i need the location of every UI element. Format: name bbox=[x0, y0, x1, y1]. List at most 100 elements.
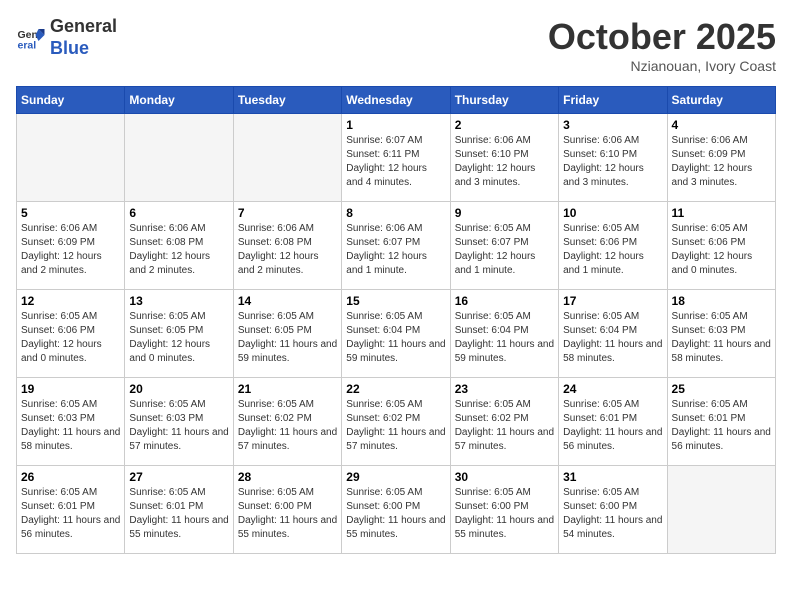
calendar-day-cell: 14Sunrise: 6:05 AMSunset: 6:05 PMDayligh… bbox=[233, 290, 341, 378]
svg-text:eral: eral bbox=[18, 39, 37, 51]
calendar-day-cell: 8Sunrise: 6:06 AMSunset: 6:07 PMDaylight… bbox=[342, 202, 450, 290]
logo-text: General Blue bbox=[50, 16, 117, 59]
day-number: 11 bbox=[672, 206, 771, 220]
calendar-day-cell: 21 Sunrise: 6:05 AMSunset: 6:02 PMDayligh… bbox=[233, 378, 341, 466]
calendar-day-cell: 12Sunrise: 6:05 AMSunset: 6:06 PMDayligh… bbox=[17, 290, 125, 378]
calendar-day-cell: 20Sunrise: 6:05 AMSunset: 6:03 PMDayligh… bbox=[125, 378, 233, 466]
day-number: 2 bbox=[455, 118, 554, 132]
calendar-day-cell: 19 Sunrise: 6:05 AMSunset: 6:03 PMDayligh… bbox=[17, 378, 125, 466]
page-header: Gen eral General Blue October 2025 Nzian… bbox=[16, 16, 776, 74]
calendar-day-cell: 5 Sunrise: 6:06 AMSunset: 6:09 PMDaylight… bbox=[17, 202, 125, 290]
calendar-day-cell: 4 Sunrise: 6:06 AMSunset: 6:09 PMDaylight… bbox=[667, 114, 775, 202]
calendar-day-cell: 13 Sunrise: 6:05 AMSunset: 6:05 PMDayligh… bbox=[125, 290, 233, 378]
day-number: 4 bbox=[672, 118, 771, 132]
calendar-day-cell bbox=[17, 114, 125, 202]
day-info: Sunrise: 6:05 AMSunset: 6:06 PMDaylight:… bbox=[563, 222, 662, 278]
calendar-day-cell: 10 Sunrise: 6:05 AMSunset: 6:06 PMDayligh… bbox=[559, 202, 667, 290]
logo-line1: General bbox=[50, 16, 117, 38]
day-number: 3 bbox=[563, 118, 662, 132]
weekday-header: Monday bbox=[125, 87, 233, 114]
day-info: Sunrise: 6:05 AMSunset: 6:05 PMDaylight:… bbox=[238, 310, 337, 366]
day-number: 13 bbox=[129, 294, 228, 308]
day-info: Sunrise: 6:05 AMSunset: 6:02 PMDaylight:… bbox=[346, 398, 445, 454]
day-number: 9 bbox=[455, 206, 554, 220]
weekday-header: Wednesday bbox=[342, 87, 450, 114]
day-info: Sunrise: 6:05 AMSunset: 6:05 PMDaylight:… bbox=[129, 310, 228, 366]
calendar-day-cell: 9 Sunrise: 6:05 AMSunset: 6:07 PMDaylight… bbox=[450, 202, 558, 290]
weekday-header: Sunday bbox=[17, 87, 125, 114]
day-number: 31 bbox=[563, 470, 662, 484]
day-info: Sunrise: 6:05 AMSunset: 6:00 PMDaylight:… bbox=[346, 486, 445, 542]
day-number: 28 bbox=[238, 470, 337, 484]
day-number: 19 bbox=[21, 382, 120, 396]
day-info: Sunrise: 6:05 AMSunset: 6:06 PMDaylight:… bbox=[672, 222, 771, 278]
logo-line2: Blue bbox=[50, 38, 117, 60]
weekday-header: Friday bbox=[559, 87, 667, 114]
day-number: 23 bbox=[455, 382, 554, 396]
day-number: 30 bbox=[455, 470, 554, 484]
day-info: Sunrise: 6:05 AMSunset: 6:03 PMDaylight:… bbox=[129, 398, 228, 454]
day-number: 24 bbox=[563, 382, 662, 396]
day-number: 15 bbox=[346, 294, 445, 308]
calendar-day-cell: 25Sunrise: 6:05 AMSunset: 6:01 PMDayligh… bbox=[667, 378, 775, 466]
calendar-day-cell: 7Sunrise: 6:06 AMSunset: 6:08 PMDaylight… bbox=[233, 202, 341, 290]
calendar-day-cell: 31 Sunrise: 6:05 AMSunset: 6:00 PMDayligh… bbox=[559, 466, 667, 554]
day-info: Sunrise: 6:07 AMSunset: 6:11 PMDaylight:… bbox=[346, 134, 445, 190]
day-info: Sunrise: 6:05 AMSunset: 6:02 PMDaylight:… bbox=[455, 398, 554, 454]
calendar-day-cell: 26Sunrise: 6:05 AMSunset: 6:01 PMDayligh… bbox=[17, 466, 125, 554]
calendar-day-cell: 29 Sunrise: 6:05 AMSunset: 6:00 PMDayligh… bbox=[342, 466, 450, 554]
calendar-day-cell: 11 Sunrise: 6:05 AMSunset: 6:06 PMDayligh… bbox=[667, 202, 775, 290]
day-info: Sunrise: 6:06 AMSunset: 6:08 PMDaylight:… bbox=[238, 222, 337, 278]
calendar-week-row: 5 Sunrise: 6:06 AMSunset: 6:09 PMDaylight… bbox=[17, 202, 776, 290]
calendar-day-cell bbox=[125, 114, 233, 202]
day-info: Sunrise: 6:05 AMSunset: 6:04 PMDaylight:… bbox=[346, 310, 445, 366]
location: Nzianouan, Ivory Coast bbox=[548, 58, 776, 74]
calendar-day-cell bbox=[667, 466, 775, 554]
day-info: Sunrise: 6:05 AMSunset: 6:04 PMDaylight:… bbox=[563, 310, 662, 366]
day-number: 18 bbox=[672, 294, 771, 308]
calendar-day-cell: 30Sunrise: 6:05 AMSunset: 6:00 PMDayligh… bbox=[450, 466, 558, 554]
weekday-header: Tuesday bbox=[233, 87, 341, 114]
day-number: 21 bbox=[238, 382, 337, 396]
day-number: 5 bbox=[21, 206, 120, 220]
day-info: Sunrise: 6:05 AMSunset: 6:03 PMDaylight:… bbox=[21, 398, 120, 454]
day-info: Sunrise: 6:05 AMSunset: 6:00 PMDaylight:… bbox=[563, 486, 662, 542]
weekday-header: Thursday bbox=[450, 87, 558, 114]
calendar-week-row: 1 Sunrise: 6:07 AMSunset: 6:11 PMDaylight… bbox=[17, 114, 776, 202]
day-info: Sunrise: 6:06 AMSunset: 6:08 PMDaylight:… bbox=[129, 222, 228, 278]
day-info: Sunrise: 6:06 AMSunset: 6:09 PMDaylight:… bbox=[21, 222, 120, 278]
day-number: 8 bbox=[346, 206, 445, 220]
day-number: 27 bbox=[129, 470, 228, 484]
day-info: Sunrise: 6:05 AMSunset: 6:01 PMDaylight:… bbox=[672, 398, 771, 454]
day-number: 10 bbox=[563, 206, 662, 220]
calendar-day-cell: 1 Sunrise: 6:07 AMSunset: 6:11 PMDaylight… bbox=[342, 114, 450, 202]
day-info: Sunrise: 6:06 AMSunset: 6:09 PMDaylight:… bbox=[672, 134, 771, 190]
day-number: 29 bbox=[346, 470, 445, 484]
calendar-day-cell: 22 Sunrise: 6:05 AMSunset: 6:02 PMDayligh… bbox=[342, 378, 450, 466]
calendar-day-cell: 24 Sunrise: 6:05 AMSunset: 6:01 PMDayligh… bbox=[559, 378, 667, 466]
calendar-day-cell: 18 Sunrise: 6:05 AMSunset: 6:03 PMDayligh… bbox=[667, 290, 775, 378]
month-title: October 2025 bbox=[548, 16, 776, 58]
calendar-day-cell: 6 Sunrise: 6:06 AMSunset: 6:08 PMDaylight… bbox=[125, 202, 233, 290]
day-info: Sunrise: 6:05 AMSunset: 6:00 PMDaylight:… bbox=[238, 486, 337, 542]
day-info: Sunrise: 6:05 AMSunset: 6:02 PMDaylight:… bbox=[238, 398, 337, 454]
day-info: Sunrise: 6:05 AMSunset: 6:04 PMDaylight:… bbox=[455, 310, 554, 366]
calendar-day-cell: 3Sunrise: 6:06 AMSunset: 6:10 PMDaylight… bbox=[559, 114, 667, 202]
day-info: Sunrise: 6:05 AMSunset: 6:03 PMDaylight:… bbox=[672, 310, 771, 366]
calendar-day-cell: 23 Sunrise: 6:05 AMSunset: 6:02 PMDayligh… bbox=[450, 378, 558, 466]
day-number: 6 bbox=[129, 206, 228, 220]
logo-icon: Gen eral bbox=[16, 23, 46, 53]
calendar-day-cell: 16Sunrise: 6:05 AMSunset: 6:04 PMDayligh… bbox=[450, 290, 558, 378]
logo: Gen eral General Blue bbox=[16, 16, 117, 59]
calendar-day-cell bbox=[233, 114, 341, 202]
day-number: 1 bbox=[346, 118, 445, 132]
calendar-day-cell: 27Sunrise: 6:05 AMSunset: 6:01 PMDayligh… bbox=[125, 466, 233, 554]
day-info: Sunrise: 6:05 AMSunset: 6:07 PMDaylight:… bbox=[455, 222, 554, 278]
calendar-week-row: 12Sunrise: 6:05 AMSunset: 6:06 PMDayligh… bbox=[17, 290, 776, 378]
calendar-day-cell: 15 Sunrise: 6:05 AMSunset: 6:04 PMDayligh… bbox=[342, 290, 450, 378]
day-info: Sunrise: 6:05 AMSunset: 6:01 PMDaylight:… bbox=[563, 398, 662, 454]
day-info: Sunrise: 6:05 AMSunset: 6:01 PMDaylight:… bbox=[21, 486, 120, 542]
title-area: October 2025 Nzianouan, Ivory Coast bbox=[548, 16, 776, 74]
day-number: 22 bbox=[346, 382, 445, 396]
day-number: 17 bbox=[563, 294, 662, 308]
